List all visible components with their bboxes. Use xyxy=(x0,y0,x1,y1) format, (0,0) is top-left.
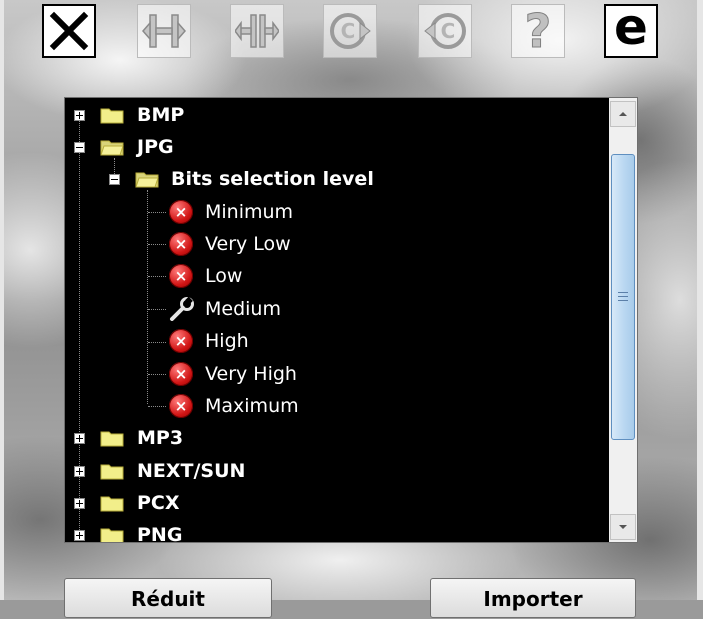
tree-item-bmp[interactable]: BMP xyxy=(65,101,605,129)
error-icon: × xyxy=(169,264,193,288)
scroll-down-button[interactable] xyxy=(610,514,636,540)
tree-item-label: Very Low xyxy=(205,233,291,255)
tree-item-label: PNG xyxy=(137,524,183,543)
tree-item-maximum[interactable]: × Maximum xyxy=(65,392,605,420)
window-left-border xyxy=(0,0,4,600)
edit-button[interactable]: e xyxy=(604,0,658,58)
collapse-arrows-icon xyxy=(235,14,279,48)
svg-text:C: C xyxy=(441,19,456,43)
tree-item-label: JPG xyxy=(137,136,174,158)
back-button[interactable]: C xyxy=(418,4,472,58)
tree-item-label: High xyxy=(205,330,249,352)
window-right-border xyxy=(697,0,703,600)
expand-arrows-icon xyxy=(142,14,186,48)
tree-item-very-low[interactable]: × Very Low xyxy=(65,230,605,258)
chevron-up-icon xyxy=(619,112,627,116)
expand-toggle[interactable] xyxy=(74,466,85,477)
tree-item-pcx[interactable]: PCX xyxy=(65,489,605,517)
folder-open-icon xyxy=(135,172,159,188)
question-icon: ? xyxy=(524,4,552,58)
folder-open-icon xyxy=(100,140,124,156)
scroll-grip xyxy=(618,296,628,297)
tree-item-label: MP3 xyxy=(137,427,184,449)
folder-icon xyxy=(100,431,124,447)
forward-button[interactable]: C xyxy=(323,4,377,58)
error-icon: × xyxy=(169,232,193,256)
tree-item-next-sun[interactable]: NEXT/SUN xyxy=(65,457,605,485)
copyright-forward-icon: C xyxy=(330,13,371,49)
folder-icon xyxy=(100,464,124,480)
chevron-down-icon xyxy=(619,525,627,529)
tree-item-bits-selection-level[interactable]: Bits selection level xyxy=(65,165,605,193)
tree-item-medium[interactable]: Medium xyxy=(65,295,605,323)
tree-item-low[interactable]: × Low xyxy=(65,262,605,290)
folder-icon xyxy=(100,108,124,124)
tree-item-very-high[interactable]: × Very High xyxy=(65,360,605,388)
tree-item-mp3[interactable]: MP3 xyxy=(65,424,605,452)
error-icon: × xyxy=(169,329,193,353)
help-button[interactable]: ? xyxy=(511,4,565,58)
tree-item-label: BMP xyxy=(137,104,185,126)
collapse-button[interactable] xyxy=(230,4,284,58)
scroll-grip xyxy=(618,300,628,301)
collapse-toggle[interactable] xyxy=(74,142,85,153)
expand-toggle[interactable] xyxy=(74,433,85,444)
scroll-thumb[interactable] xyxy=(611,154,635,440)
expand-toggle[interactable] xyxy=(74,498,85,509)
expand-toggle[interactable] xyxy=(74,110,85,121)
tree-item-label: Low xyxy=(205,265,243,287)
close-button[interactable] xyxy=(42,4,96,58)
tree-item-jpg[interactable]: JPG xyxy=(65,133,605,161)
scroll-up-button[interactable] xyxy=(610,101,636,127)
error-icon: × xyxy=(169,394,193,418)
format-tree[interactable]: BMP JPG Bits selection level × Minimum ×… xyxy=(64,97,638,543)
tree-item-label: Minimum xyxy=(205,201,294,223)
folder-icon xyxy=(100,496,124,512)
letter-e-icon: e xyxy=(614,0,648,56)
tree-item-label: Medium xyxy=(205,298,281,320)
reduce-button[interactable]: Réduit xyxy=(64,578,272,618)
expand-button[interactable] xyxy=(137,4,191,58)
import-button[interactable]: Importer xyxy=(430,578,636,618)
wrench-icon xyxy=(170,297,194,321)
close-x-icon xyxy=(49,11,89,51)
svg-text:C: C xyxy=(341,19,356,43)
collapse-toggle[interactable] xyxy=(109,174,120,185)
error-icon: × xyxy=(169,200,193,224)
tree-item-label: NEXT/SUN xyxy=(137,460,246,482)
scroll-grip xyxy=(618,292,628,293)
expand-toggle[interactable] xyxy=(74,530,85,541)
tree-item-label: Very High xyxy=(205,363,297,385)
copyright-back-icon: C xyxy=(424,13,466,49)
tree-item-label: PCX xyxy=(137,492,180,514)
folder-icon xyxy=(100,528,124,542)
tree-item-high[interactable]: × High xyxy=(65,327,605,355)
tree-item-png[interactable]: PNG xyxy=(65,521,605,543)
tree-item-label: Maximum xyxy=(205,395,299,417)
tree-item-minimum[interactable]: × Minimum xyxy=(65,198,605,226)
error-icon: × xyxy=(169,362,193,386)
tree-item-label: Bits selection level xyxy=(171,168,374,190)
